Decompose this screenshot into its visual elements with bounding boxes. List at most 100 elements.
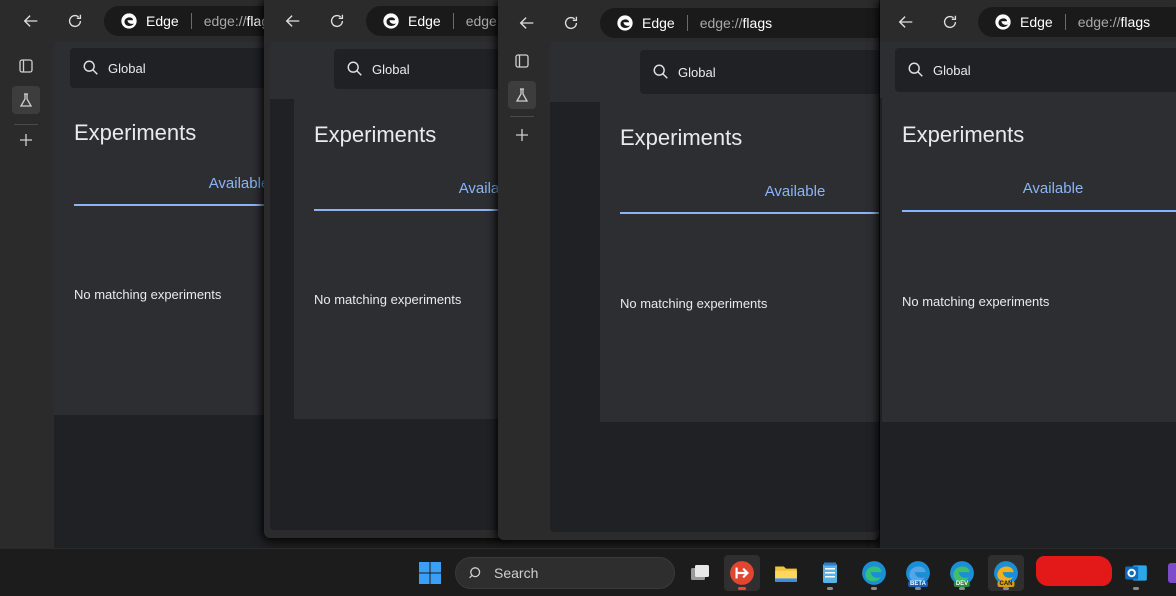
add-sidebar-button[interactable]	[12, 126, 40, 154]
browser-window-4: Edge edge://flags Global Experiments Ava…	[880, 0, 1176, 548]
tab-actions-icon	[19, 59, 33, 73]
empty-state-message: No matching experiments	[74, 287, 222, 302]
back-button[interactable]	[512, 8, 542, 38]
tab-actions-icon	[515, 54, 529, 68]
browser-toolbar: Edge edge://flags	[264, 0, 504, 42]
omnibox-divider	[452, 13, 454, 29]
site-label: Edge	[408, 13, 441, 29]
file-explorer-icon	[775, 566, 797, 582]
taskbar-remote-desktop[interactable]	[724, 555, 760, 591]
sidebar-divider	[510, 116, 534, 117]
tab-available[interactable]: Available	[204, 175, 270, 192]
taskbar-notepad[interactable]	[812, 555, 848, 591]
url-path: flags	[1120, 14, 1151, 30]
running-indicator	[1003, 587, 1009, 590]
tab-actions-button[interactable]	[12, 52, 40, 80]
site-label: Edge	[1020, 14, 1053, 30]
url-text: edge://flags	[204, 13, 270, 29]
tab-available[interactable]: Available	[760, 183, 830, 200]
refresh-icon	[564, 16, 578, 30]
browser-window-1: Edge edge://flags Global Experiments Ava…	[0, 0, 270, 548]
outlook-icon	[1125, 565, 1147, 581]
flags-sidebar-button[interactable]	[12, 86, 40, 114]
url-scheme: edge://	[203, 13, 247, 29]
url-text: edge://flags	[1078, 14, 1150, 30]
edge-logo-icon	[121, 13, 137, 29]
search-input[interactable]: Global	[70, 48, 270, 88]
refresh-button[interactable]	[60, 6, 90, 36]
back-arrow-icon	[23, 15, 38, 27]
search-icon	[347, 61, 362, 76]
flags-page: Global Experiments Available No matching…	[550, 42, 879, 532]
task-view-button[interactable]	[682, 555, 718, 591]
back-button[interactable]	[278, 6, 308, 36]
url-scheme: edge://	[1077, 14, 1121, 30]
taskbar-edge-beta[interactable]: BETA	[900, 555, 936, 591]
empty-state-message: No matching experiments	[902, 294, 1050, 309]
taskbar-search[interactable]: Search	[455, 557, 675, 589]
add-sidebar-button[interactable]	[508, 121, 536, 149]
address-bar[interactable]: Edge edge://flags	[978, 7, 1176, 37]
taskbar-edge-canary[interactable]: CAN	[988, 555, 1024, 591]
back-button[interactable]	[16, 6, 46, 36]
tab-available[interactable]: Available	[1018, 180, 1088, 197]
flags-search-bar: Global	[550, 42, 879, 102]
url-path: flags	[742, 15, 773, 31]
task-view-icon	[691, 565, 709, 580]
search-value: Global	[678, 64, 716, 80]
omnibox-divider	[1064, 14, 1066, 30]
taskbar-outlook[interactable]	[1118, 555, 1154, 591]
address-bar[interactable]: Edge edge://flags	[104, 6, 270, 36]
address-bar[interactable]: Edge edge://flags	[600, 8, 879, 38]
running-indicator	[827, 587, 833, 590]
search-icon	[83, 60, 98, 75]
empty-state-message: No matching experiments	[620, 296, 768, 311]
edge-logo-icon	[617, 15, 633, 31]
search-value: Global	[933, 62, 971, 78]
tab-available[interactable]: Available	[454, 180, 504, 197]
refresh-button[interactable]	[322, 6, 352, 36]
url-text: edge://flags	[700, 15, 772, 31]
flask-icon	[19, 93, 33, 107]
taskbar-edge[interactable]	[856, 555, 892, 591]
taskbar-file-explorer[interactable]	[768, 555, 804, 591]
tab-available-underline	[314, 209, 504, 211]
search-icon	[653, 64, 668, 79]
running-indicator	[959, 587, 965, 590]
search-input[interactable]: Global	[640, 50, 879, 94]
search-icon	[469, 567, 481, 579]
plus-icon	[20, 134, 32, 146]
redacted-taskbar-item	[1036, 556, 1112, 586]
flags-page: Global Experiments Available No matching…	[880, 42, 1176, 548]
refresh-icon	[330, 14, 344, 28]
experiments-card: Experiments Available No matching experi…	[294, 99, 504, 419]
browser-toolbar: Edge edge://flags	[880, 0, 1176, 42]
running-indicator	[1133, 587, 1139, 590]
flags-search-bar: Global	[880, 42, 1176, 98]
tab-available-underline	[620, 212, 879, 214]
edge-logo-icon	[383, 13, 399, 29]
search-input[interactable]: Global	[334, 49, 504, 89]
refresh-icon	[943, 15, 957, 29]
taskbar-search-label: Search	[494, 565, 539, 581]
refresh-button[interactable]	[935, 7, 965, 37]
refresh-button[interactable]	[556, 8, 586, 38]
address-bar[interactable]: Edge edge://flags	[366, 6, 504, 36]
experiments-card: Experiments Available No matching experi…	[600, 102, 879, 422]
browser-toolbar: Edge edge://flags	[0, 0, 270, 42]
page-title: Experiments	[620, 125, 743, 150]
page-title: Experiments	[902, 122, 1025, 147]
experiments-card: Experiments Available No matching experi…	[882, 98, 1176, 422]
flags-sidebar-button[interactable]	[508, 81, 536, 109]
site-label: Edge	[146, 13, 179, 29]
edge-icon	[862, 561, 886, 585]
search-input[interactable]: Global	[895, 48, 1176, 92]
browser-sidebar	[498, 42, 550, 540]
onenote-icon-partial[interactable]	[1168, 563, 1176, 583]
taskbar-edge-dev[interactable]: DEV	[944, 555, 980, 591]
back-arrow-icon	[285, 15, 300, 27]
tab-actions-button[interactable]	[508, 47, 536, 75]
back-button[interactable]	[891, 7, 921, 37]
search-icon	[908, 62, 923, 77]
start-button[interactable]	[412, 555, 448, 591]
